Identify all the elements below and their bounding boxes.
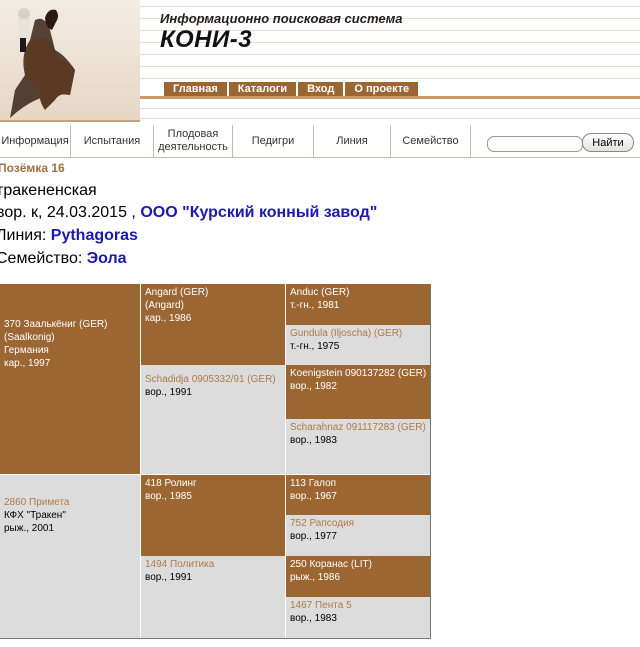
pedigree-dds[interactable]: 250 Коранас (LIT) рыж., 1986	[285, 556, 431, 597]
dss-info: вор., 1967	[290, 491, 337, 502]
horse-details: вор. к, 24.03.2015 ,	[0, 204, 136, 221]
system-subtitle: Информационно поисковая система	[160, 11, 403, 26]
tab-breeding[interactable]: Плодовая деятельность	[154, 125, 233, 157]
dd-info: вор., 1991	[145, 572, 192, 583]
sire-name: 370 Заалькёниг (GER)	[4, 319, 108, 330]
dsd-name: 752 Рапсодия	[290, 518, 355, 529]
sire-country: Германия	[4, 345, 49, 356]
ds-name: 418 Ролинг	[145, 478, 197, 489]
ddd-info: вор., 1983	[290, 613, 337, 624]
top-nav-home[interactable]: Главная	[164, 82, 227, 97]
dds-info: рыж., 1986	[290, 572, 341, 583]
dss-name: 113 Галоп	[290, 478, 337, 489]
ds-info: вор., 1985	[145, 491, 192, 502]
dds-name: 250 Коранас (LIT)	[290, 559, 372, 570]
dam-name: 2860 Примета	[4, 497, 70, 508]
line-label: Линия:	[0, 227, 47, 244]
ss-alt: (Angard)	[145, 300, 184, 311]
sire-info: кар., 1997	[4, 358, 51, 369]
pedigree-ddd[interactable]: 1467 Пента 5 вор., 1983	[285, 597, 431, 639]
search-input[interactable]	[487, 136, 583, 152]
family-label: Семейство:	[0, 250, 83, 267]
system-title: КОНИ-3	[160, 26, 253, 53]
pedigree-table: 370 Заалькёниг (GER) (Saalkonig) Германи…	[0, 284, 431, 639]
dam-info: рыж., 2001	[4, 523, 55, 534]
sds-name: Koenigstein 090137282 (GER)	[290, 368, 427, 379]
family-link[interactable]: Эола	[87, 250, 127, 267]
horse-details-row: вор. к, 24.03.2015 , ООО "Курский конный…	[0, 204, 377, 222]
sds-info: вор., 1982	[290, 381, 337, 392]
pedigree-dss[interactable]: 113 Галоп вор., 1967	[285, 474, 431, 515]
site-header: Информационно поисковая система КОНИ-3 Г…	[0, 0, 640, 125]
pedigree-sd[interactable]: Schadidja 0905332/91 (GER) вор., 1991	[140, 365, 285, 474]
top-nav-catalogs[interactable]: Каталоги	[228, 82, 297, 97]
pedigree-dsd[interactable]: 752 Рапсодия вор., 1977	[285, 515, 431, 556]
sd-info: вор., 1991	[145, 387, 192, 398]
pedigree-border-right	[430, 284, 431, 639]
sdd-name: Scharahnaz 091117283 (GER)	[290, 422, 426, 433]
sd-name: Schadidja 0905332/91 (GER)	[145, 374, 276, 385]
dsd-info: вор., 1977	[290, 531, 337, 542]
ssd-info: т.-гн., 1975	[290, 341, 340, 352]
tab-family[interactable]: Семейство	[391, 125, 471, 157]
dd-name: 1494 Политика	[145, 559, 215, 570]
sss-info: т.-гн., 1981	[290, 300, 340, 311]
sire-alt: (Saalkonig)	[4, 332, 55, 343]
line-link[interactable]: Pythagoras	[51, 227, 138, 244]
find-button[interactable]: Найти	[582, 133, 634, 152]
ssd-name: Gundula (Iljoscha) (GER)	[290, 328, 403, 339]
pedigree-sss[interactable]: Anduc (GER) т.-гн., 1981	[285, 284, 431, 325]
pedigree-dd[interactable]: 1494 Политика вор., 1991	[140, 556, 285, 639]
tab-pedigree[interactable]: Педигри	[233, 125, 314, 157]
pedigree-border-bottom	[0, 638, 431, 639]
ss-info: кар., 1986	[145, 313, 192, 324]
owner-link[interactable]: ООО "Курский конный завод"	[140, 204, 377, 221]
ddd-name: 1467 Пента 5	[290, 600, 352, 611]
pedigree-ss[interactable]: Angard (GER) (Angard) кар., 1986	[140, 284, 285, 365]
header-divider	[140, 96, 640, 99]
dam-breeder: КФХ "Тракен"	[4, 510, 66, 521]
tab-tests[interactable]: Испытания	[71, 125, 154, 157]
pedigree-ds[interactable]: 418 Ролинг вор., 1985	[140, 474, 285, 556]
sdd-info: вор., 1983	[290, 435, 337, 446]
logo-horse-rider[interactable]	[0, 0, 140, 122]
top-nav-about[interactable]: О проекте	[345, 82, 419, 97]
top-nav: Главная Каталоги Вход О проекте	[164, 82, 419, 97]
sss-name: Anduc (GER)	[290, 287, 350, 298]
pedigree-sdd[interactable]: Scharahnaz 091117283 (GER) вор., 1983	[285, 419, 431, 474]
ss-name: Angard (GER)	[145, 287, 209, 298]
pedigree-ssd[interactable]: Gundula (Iljoscha) (GER) т.-гн., 1975	[285, 325, 431, 365]
horse-family-row: Семейство: Эола	[0, 250, 127, 268]
top-nav-login[interactable]: Вход	[298, 82, 344, 97]
horse-name: Позёмка 16	[0, 161, 65, 175]
pedigree-sire[interactable]: 370 Заалькёниг (GER) (Saalkonig) Германи…	[0, 284, 140, 474]
pedigree-sds[interactable]: Koenigstein 090137282 (GER) вор., 1982	[285, 365, 431, 419]
horse-line-row: Линия: Pythagoras	[0, 227, 138, 245]
tab-info[interactable]: Информация	[0, 125, 71, 157]
tab-line[interactable]: Линия	[314, 125, 391, 157]
pedigree-dam[interactable]: 2860 Примета КФХ "Тракен" рыж., 2001	[0, 474, 140, 639]
horse-breed: тракененская	[0, 182, 97, 199]
